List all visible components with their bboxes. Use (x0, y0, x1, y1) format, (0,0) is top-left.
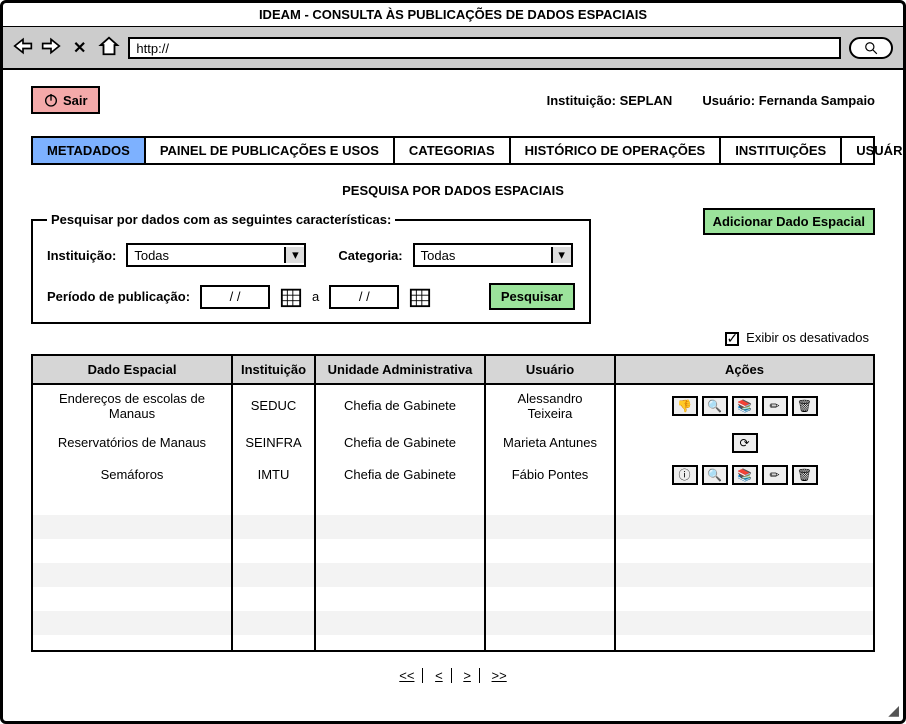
tab-usuarios[interactable]: USUÁRIOS (842, 138, 906, 163)
cell-inst: SEDUC (232, 384, 315, 427)
window-title: IDEAM - CONSULTA ÀS PUBLICAÇÕES DE DADOS… (3, 3, 903, 27)
cell-data: Semáforos (32, 459, 232, 491)
tab-categorias[interactable]: CATEGORIAS (395, 138, 511, 163)
tab-painel[interactable]: PAINEL DE PUBLICAÇÕES E USOS (146, 138, 395, 163)
browser-search-button[interactable] (849, 37, 893, 59)
institution-label: Instituição: (547, 93, 616, 108)
checkbox-icon (725, 332, 739, 346)
search-institution-label: Instituição: (47, 248, 116, 263)
search-period-label: Período de publicação: (47, 289, 190, 304)
date-to-input[interactable]: / / (329, 285, 399, 309)
cell-unit: Chefia de Gabinete (315, 459, 485, 491)
category-select[interactable]: Todas ▾ (413, 243, 573, 267)
view-button[interactable]: 🔍 (702, 465, 728, 485)
col-acoes: Ações (615, 355, 874, 384)
cell-data: Endereços de escolas de Manaus (32, 384, 232, 427)
col-unidade: Unidade Administrativa (315, 355, 485, 384)
pager-next[interactable]: > (455, 668, 480, 683)
show-disabled-label: Exibir os desativados (746, 330, 869, 345)
col-instituicao: Instituição (232, 355, 315, 384)
home-button[interactable] (98, 35, 120, 60)
cell-inst: SEINFRA (232, 427, 315, 459)
browser-toolbar: ✕ http:// (3, 27, 903, 70)
session-info: Instituição: SEPLAN Usuário: Fernanda Sa… (547, 93, 875, 108)
chevron-down-icon[interactable]: ▾ (551, 247, 571, 263)
category-select-value: Todas (415, 248, 551, 263)
search-fieldset: Pesquisar por dados com as seguintes car… (31, 212, 591, 324)
table-row: Reservatórios de Manaus SEINFRA Chefia d… (32, 427, 874, 459)
add-spatial-data-button[interactable]: Adicionar Dado Espacial (703, 208, 875, 235)
edit-button[interactable]: ✏ (762, 465, 788, 485)
date-from-input[interactable]: / / (200, 285, 270, 309)
col-usuario: Usuário (485, 355, 615, 384)
layers-button[interactable]: 📚 (732, 465, 758, 485)
pager: << < > >> (31, 668, 875, 683)
exit-label: Sair (63, 93, 88, 108)
info-button[interactable]: ⓘ (672, 465, 698, 485)
pager-prev[interactable]: < (427, 668, 452, 683)
restore-button[interactable]: ⟳ (732, 433, 758, 453)
layers-button[interactable]: 📚 (732, 396, 758, 416)
delete-button[interactable]: 🗑 (792, 396, 818, 416)
date-between-label: a (312, 289, 319, 304)
user-value: Fernanda Sampaio (759, 93, 875, 108)
cell-user: Fábio Pontes (485, 459, 615, 491)
delete-button[interactable]: 🗑 (792, 465, 818, 485)
view-button[interactable]: 🔍 (702, 396, 728, 416)
nav-back-button[interactable] (13, 37, 33, 58)
calendar-icon[interactable] (280, 286, 302, 308)
cell-data: Reservatórios de Manaus (32, 427, 232, 459)
search-category-label: Categoria: (338, 248, 402, 263)
col-dado: Dado Espacial (32, 355, 232, 384)
exit-button[interactable]: Sair (31, 86, 100, 114)
user-label: Usuário: (702, 93, 755, 108)
cell-user: Marieta Antunes (485, 427, 615, 459)
cell-inst: IMTU (232, 459, 315, 491)
cell-actions: 👎 🔍 📚 ✏ 🗑 (615, 384, 874, 427)
cell-unit: Chefia de Gabinete (315, 427, 485, 459)
cell-user: Alessandro Teixeira (485, 384, 615, 427)
url-input[interactable]: http:// (128, 37, 841, 59)
table-empty-space (32, 491, 874, 651)
search-button[interactable]: Pesquisar (489, 283, 575, 310)
nav-forward-button[interactable] (41, 37, 61, 58)
calendar-icon[interactable] (409, 286, 431, 308)
power-icon (43, 92, 59, 108)
institution-select-value: Todas (128, 248, 284, 263)
pager-first[interactable]: << (391, 668, 423, 683)
resize-handle-icon[interactable]: ◢ (888, 702, 899, 719)
show-disabled-checkbox[interactable]: Exibir os desativados (725, 330, 869, 345)
stop-button[interactable]: ✕ (69, 38, 90, 58)
edit-button[interactable]: ✏ (762, 396, 788, 416)
tab-historico[interactable]: HISTÓRICO DE OPERAÇÕES (511, 138, 722, 163)
dislike-button[interactable]: 👎 (672, 396, 698, 416)
results-table: Dado Espacial Instituição Unidade Admini… (31, 354, 875, 652)
institution-select[interactable]: Todas ▾ (126, 243, 306, 267)
table-row: Endereços de escolas de Manaus SEDUC Che… (32, 384, 874, 427)
tab-metadados[interactable]: METADADOS (33, 138, 146, 163)
page-title: PESQUISA POR DADOS ESPACIAIS (31, 183, 875, 198)
cell-actions: ⓘ 🔍 📚 ✏ 🗑 (615, 459, 874, 491)
search-legend: Pesquisar por dados com as seguintes car… (47, 212, 395, 227)
table-row: Semáforos IMTU Chefia de Gabinete Fábio … (32, 459, 874, 491)
chevron-down-icon[interactable]: ▾ (284, 247, 304, 263)
cell-actions: ⟳ (615, 427, 874, 459)
tab-instituicoes[interactable]: INSTITUIÇÕES (721, 138, 842, 163)
institution-value: SEPLAN (620, 93, 673, 108)
pager-last[interactable]: >> (484, 668, 515, 683)
main-tabs: METADADOS PAINEL DE PUBLICAÇÕES E USOS C… (31, 136, 875, 165)
cell-unit: Chefia de Gabinete (315, 384, 485, 427)
